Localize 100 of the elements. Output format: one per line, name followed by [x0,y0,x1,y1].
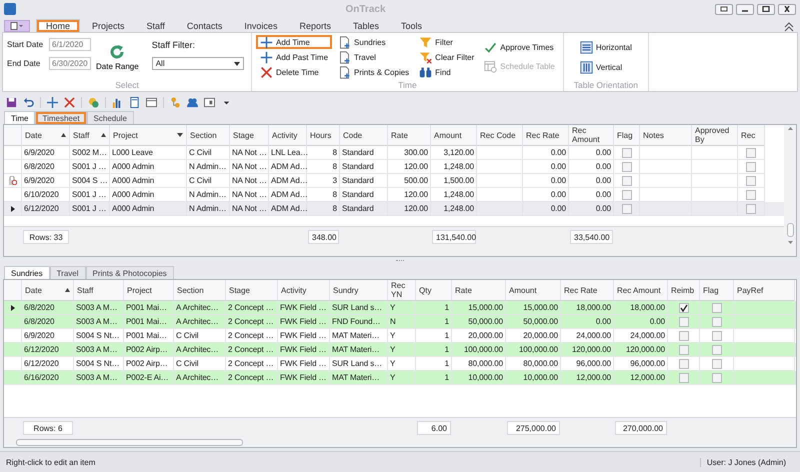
maximize-button[interactable] [757,4,775,14]
dropdown-icon[interactable] [177,133,183,137]
scroll-thumb[interactable] [786,223,794,237]
checkbox[interactable] [678,372,688,382]
vertical-scrollbar[interactable] [784,125,796,246]
column-header[interactable]: Hours [307,125,340,146]
document-icon[interactable] [129,96,140,108]
column-header[interactable]: Rec YN [388,280,416,301]
app-menu-button[interactable] [4,20,30,32]
checkbox[interactable] [622,190,632,200]
column-header[interactable]: Code [340,125,388,146]
column-header[interactable]: Rate [388,125,431,146]
row-indicator[interactable] [4,202,22,216]
column-header[interactable]: Project [124,280,174,301]
checkbox[interactable] [746,162,756,172]
column-header[interactable]: Rec [738,125,765,146]
grid-tab[interactable]: Time [4,111,36,124]
checkbox[interactable] [678,344,688,354]
grid-tab[interactable]: Sundries [4,266,50,279]
ribbon-tab[interactable]: Invoices [234,19,288,32]
column-header[interactable]: Rec Code [477,125,523,146]
checkbox[interactable] [678,358,688,368]
ribbon-button[interactable]: Travel [334,50,414,64]
grid-tab[interactable]: Travel [50,266,86,279]
column-header[interactable]: Rec Rate [523,125,569,146]
checkbox[interactable] [622,148,632,158]
save-icon[interactable] [6,96,17,108]
column-header[interactable]: Activity [269,125,307,146]
ribbon-button[interactable]: Find [415,65,478,79]
ribbon-button[interactable]: Prints & Copies [334,65,414,79]
column-header[interactable]: Rec Rate [561,280,614,301]
window-icon[interactable] [146,96,157,108]
column-header[interactable]: Stage [226,280,278,301]
grid-tab[interactable]: Prints & Photocopies [86,266,174,279]
checkbox[interactable] [746,176,756,186]
scroll-up-icon[interactable] [788,127,792,130]
ribbon-tab[interactable]: Tables [342,19,389,32]
ribbon-button[interactable]: Horizontal [576,40,636,54]
column-header[interactable]: Project [110,125,187,146]
date-field[interactable]: 6/30/2020 [49,57,91,70]
card-icon[interactable] [204,96,215,108]
column-header[interactable]: Stage [230,125,269,146]
checkbox[interactable] [746,204,756,214]
ribbon-tab[interactable]: Tools [390,19,432,32]
ribbon-button[interactable]: Add Time [256,35,332,49]
column-header[interactable]: Date [22,125,70,146]
ribbon-tab[interactable]: Staff [136,19,175,32]
column-header[interactable]: Rec Amount [569,125,614,146]
fullscreen-button[interactable] [715,4,733,14]
scroll-down-icon[interactable] [788,241,792,244]
coins-icon[interactable] [88,96,99,108]
minimize-button[interactable] [736,4,754,14]
checkbox[interactable] [746,190,756,200]
grid-tab[interactable]: Schedule [86,111,134,124]
column-header[interactable]: Notes [640,125,692,146]
scroll-thumb[interactable] [16,438,243,446]
plus-icon[interactable] [47,96,58,108]
column-header[interactable]: Flag [700,280,734,301]
undo-icon[interactable] [23,96,34,108]
ribbon-tab[interactable]: Reports [289,19,341,32]
column-header[interactable]: Sundry [330,280,388,301]
column-header[interactable]: Staff [74,280,124,301]
date-field[interactable]: 6/1/2020 [49,38,91,51]
column-header[interactable]: Amount [431,125,477,146]
date-range-button[interactable]: Date Range [91,35,144,80]
checkbox[interactable] [746,148,756,158]
column-header[interactable]: Approved By [692,125,738,146]
column-header[interactable]: Reimb [668,280,700,301]
column-header[interactable]: Rec Amount [614,280,668,301]
bar-chart-icon[interactable] [112,96,123,108]
collapse-ribbon-icon[interactable] [784,22,794,32]
checkbox[interactable] [712,316,722,326]
people-icon[interactable] [187,96,198,108]
checkbox[interactable] [712,344,722,354]
checkbox[interactable] [712,372,722,382]
close-button[interactable] [778,4,796,14]
checkbox[interactable] [678,316,688,326]
column-header[interactable]: PayRef [734,280,795,301]
column-header[interactable]: Staff [70,125,110,146]
checkbox[interactable] [678,302,688,312]
checkbox[interactable] [622,204,632,214]
ribbon-button[interactable]: Vertical [576,60,636,74]
ribbon-button[interactable]: Add Past Time [256,50,332,64]
hierarchy-icon[interactable] [170,96,181,108]
checkbox[interactable] [678,330,688,340]
column-header[interactable]: Section [174,280,226,301]
column-header[interactable]: Activity [278,280,330,301]
horizontal-scrollbar[interactable] [4,246,796,256]
ribbon-button[interactable]: Delete Time [256,65,332,79]
column-header[interactable]: Section [187,125,230,146]
column-header[interactable]: Rate [452,280,506,301]
checkbox[interactable] [712,302,722,312]
ribbon-tab[interactable]: Projects [82,19,135,32]
column-header[interactable]: Flag [614,125,640,146]
staff-filter-dropdown[interactable]: All [152,57,244,70]
grid-tab[interactable]: Timesheet [35,111,87,124]
ribbon-tab[interactable]: Contacts [176,19,232,32]
cross-icon[interactable] [64,96,75,108]
column-header[interactable]: Qty [416,280,452,301]
ribbon-tab[interactable]: Home [36,19,80,32]
